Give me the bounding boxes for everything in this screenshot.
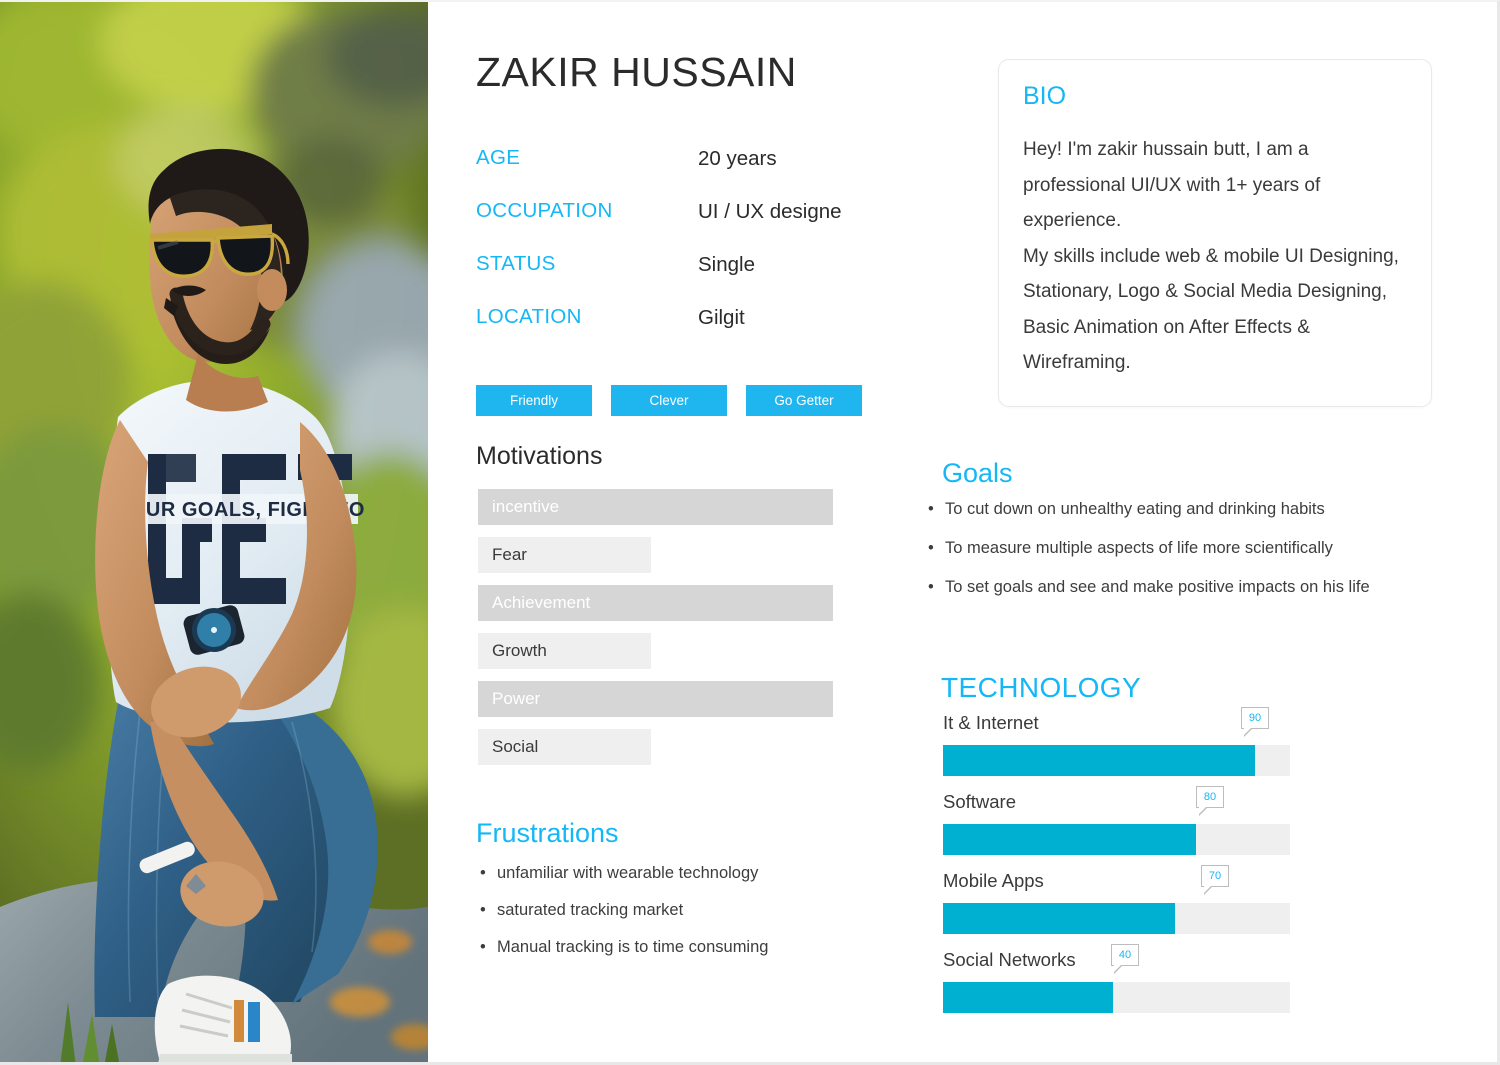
technology-fill [943,745,1256,776]
motivation-bar-growth: Growth [478,633,651,669]
motivations-list: incentive Fear Achievement Growth Power … [478,489,878,777]
motivation-bar-fear: Fear [478,537,651,573]
bullet-icon: • [480,938,486,956]
technology-fill [943,982,1114,1013]
technology-value: 40 [1118,949,1132,961]
bullet-icon: • [928,500,934,518]
technology-track [943,982,1290,1013]
persona-card: YOUR GOALS, FIGHT FO ZAKIR HUSSAIN AGE 2… [0,0,1500,1065]
bio-card: BIO Hey! I'm zakir hussain butt, I am a … [998,59,1432,407]
technology-item-it-internet: It & Internet 90 [943,707,1303,791]
technology-fill [943,824,1197,855]
technology-label: It & Internet [943,712,1039,733]
bullet-icon: • [928,539,934,557]
technology-item-social-networks: Social Networks 40 [943,944,1303,1028]
frustrations-heading: Frustrations [476,818,619,848]
technology-track [943,745,1290,776]
motivations-heading: Motivations [476,442,603,470]
frustration-text: unfamiliar with wearable technology [497,864,759,882]
technology-item-software: Software 80 [943,786,1303,870]
technology-value-badge: 90 [1241,707,1269,737]
technology-value: 80 [1203,791,1217,803]
attribute-label-status: STATUS [476,252,556,275]
attribute-row-age: AGE 20 years [476,146,936,199]
frustrations-list: • unfamiliar with wearable technology • … [480,864,940,975]
list-item: • saturated tracking market [480,901,940,920]
goals-heading: Goals [942,458,1013,488]
motivation-row: Achievement [478,585,878,633]
technology-item-mobile-apps: Mobile Apps 70 [943,865,1303,949]
attribute-row-location: LOCATION Gilgit [476,305,936,358]
technology-value-badge: 70 [1201,865,1229,895]
attribute-label-age: AGE [476,146,521,169]
goal-text: To cut down on unhealthy eating and drin… [945,500,1325,518]
technology-heading: TECHNOLOGY [941,672,1142,703]
technology-value: 70 [1208,870,1222,882]
goal-text: To set goals and see and make positive i… [945,578,1370,596]
bio-heading: BIO [1023,82,1067,110]
bullet-icon: • [480,864,486,882]
attribute-row-occupation: OCCUPATION UI / UX designe [476,199,936,252]
motivation-bar-social: Social [478,729,651,765]
persona-photo: YOUR GOALS, FIGHT FO [0,2,428,1062]
technology-value-badge: 40 [1111,944,1139,974]
technology-list: It & Internet 90 Software 80 Mobile Apps [943,707,1303,1028]
page-title: ZAKIR HUSSAIN [476,49,797,95]
list-item: • To cut down on unhealthy eating and dr… [928,500,1488,519]
motivation-row: incentive [478,489,878,537]
bio-text: Hey! I'm zakir hussain butt, I am a prof… [1023,139,1399,373]
technology-track [943,824,1290,855]
motivation-row: Social [478,729,878,777]
technology-label: Mobile Apps [943,870,1044,891]
technology-track [943,903,1290,934]
bullet-icon: • [480,901,486,919]
list-item: • To set goals and see and make positive… [928,578,1488,597]
motivation-bar-achievement: Achievement [478,585,833,621]
motivation-bar-incentive: incentive [478,489,833,525]
technology-fill [943,903,1176,934]
bullet-icon: • [928,578,934,596]
motivation-row: Fear [478,537,878,585]
attribute-value-occupation: UI / UX designe [698,200,842,223]
technology-label: Software [943,791,1017,812]
motivation-bar-power: Power [478,681,833,717]
personality-tags: Friendly Clever Go Getter [476,385,862,416]
attribute-list: AGE 20 years OCCUPATION UI / UX designe … [476,146,936,358]
technology-value-badge: 80 [1196,786,1224,816]
attribute-row-status: STATUS Single [476,252,936,305]
tag-go-getter[interactable]: Go Getter [746,385,862,416]
list-item: • To measure multiple aspects of life mo… [928,539,1488,558]
frustration-text: saturated tracking market [497,901,684,919]
attribute-label-location: LOCATION [476,305,582,328]
attribute-value-age: 20 years [698,147,777,170]
motivation-row: Growth [478,633,878,681]
technology-label: Social Networks [943,949,1076,970]
motivation-row: Power [478,681,878,729]
persona-details: ZAKIR HUSSAIN AGE 20 years OCCUPATION UI… [428,2,1497,1062]
tag-clever[interactable]: Clever [611,385,727,416]
technology-value: 90 [1248,712,1262,724]
attribute-value-location: Gilgit [698,306,745,329]
list-item: • unfamiliar with wearable technology [480,864,940,883]
tag-friendly[interactable]: Friendly [476,385,592,416]
attribute-label-occupation: OCCUPATION [476,199,613,222]
goal-text: To measure multiple aspects of life more… [945,539,1333,557]
attribute-value-status: Single [698,253,755,276]
frustration-text: Manual tracking is to time consuming [497,938,769,956]
persona-photo-image: YOUR GOALS, FIGHT FO [0,2,428,1062]
list-item: • Manual tracking is to time consuming [480,938,940,957]
goals-list: • To cut down on unhealthy eating and dr… [928,500,1488,617]
